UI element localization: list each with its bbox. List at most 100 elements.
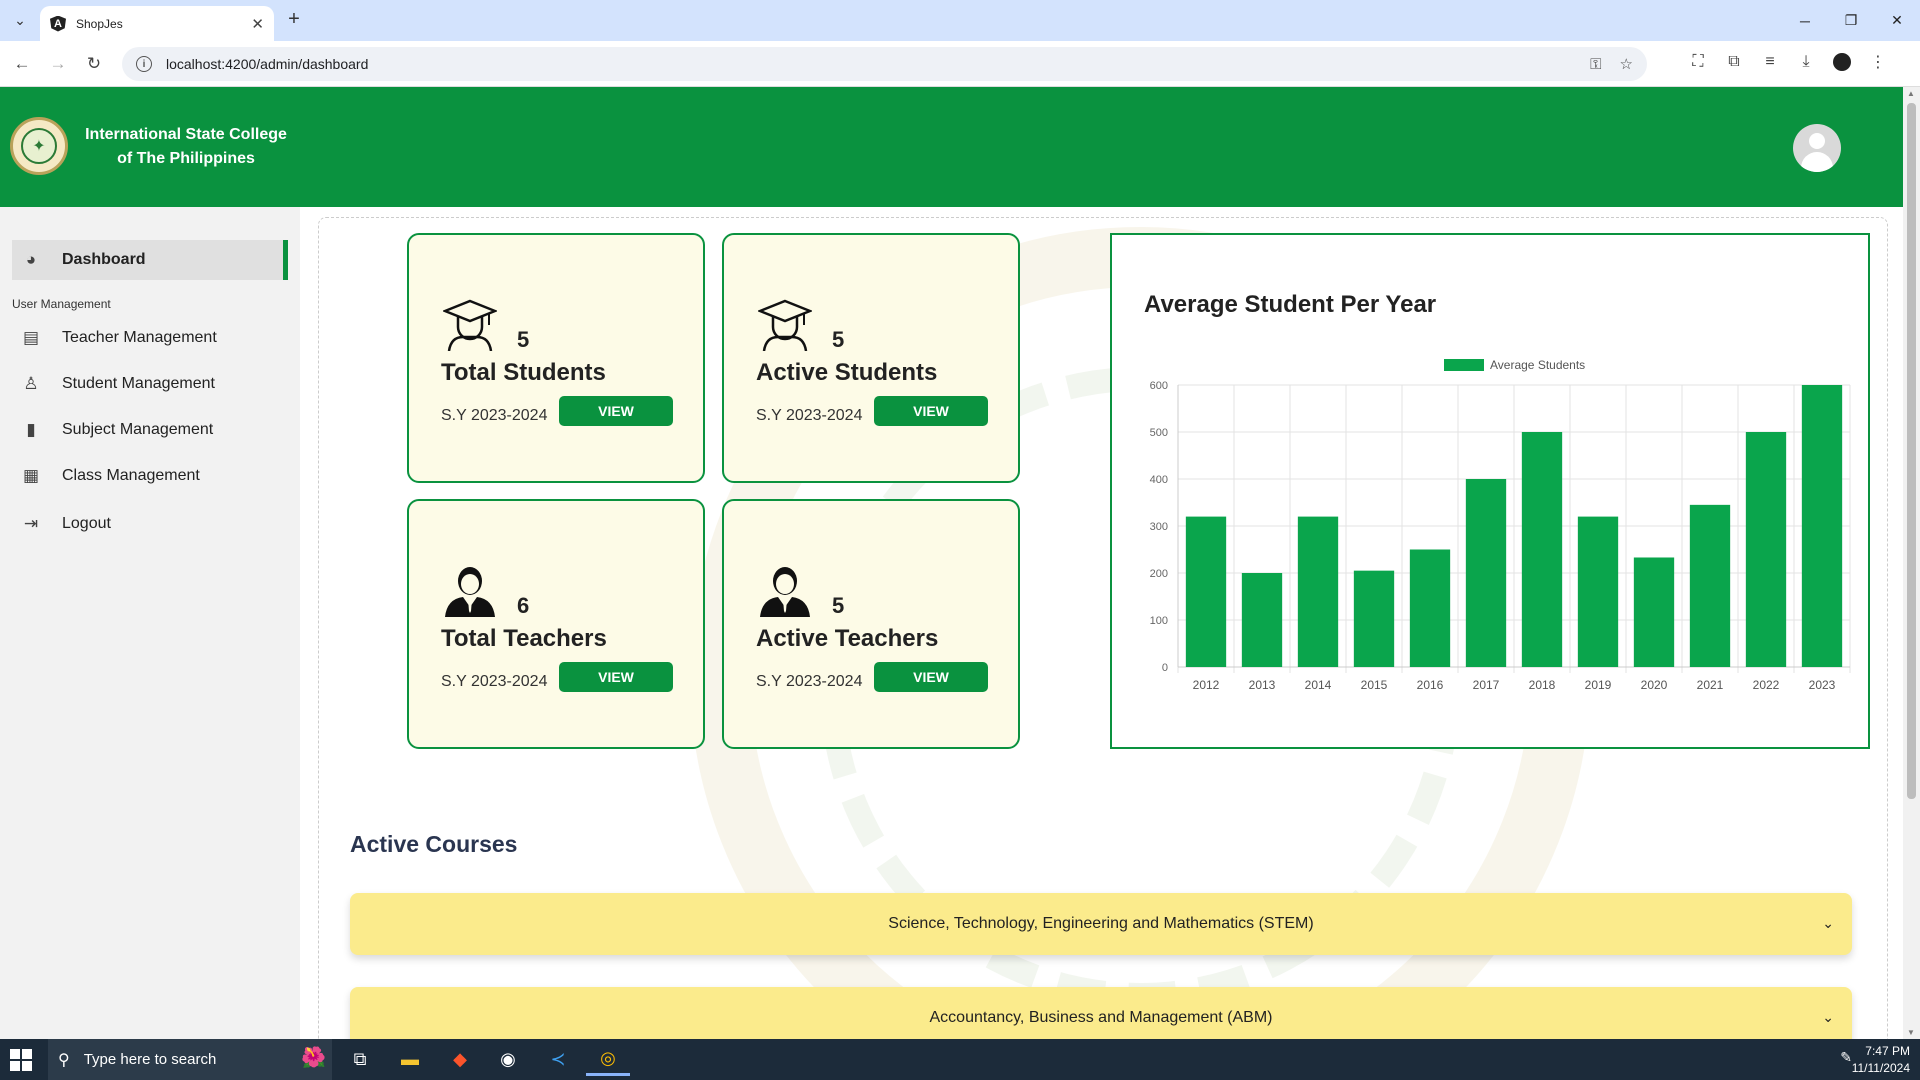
sidebar-item-dashboard[interactable]: ◕ Dashboard: [12, 240, 288, 280]
y-tick-label: 100: [1150, 615, 1168, 627]
chevron-down-icon[interactable]: ⌄: [1822, 915, 1834, 932]
y-tick-label: 300: [1150, 521, 1168, 533]
legend-label: Average Students: [1490, 358, 1585, 372]
view-total-teachers-button[interactable]: VIEW: [559, 662, 673, 692]
school-year-text: S.Y 2023-2024: [756, 407, 863, 424]
close-window-icon[interactable]: ✕: [1874, 0, 1920, 41]
bird-icon: ✦: [21, 128, 57, 164]
sidebar-item-class-management[interactable]: ▦ Class Management: [12, 456, 288, 496]
forward-icon[interactable]: →: [46, 52, 70, 76]
card-total-teachers: 6 Total Teachers S.Y 2023-2024 VIEW: [407, 499, 705, 749]
restore-icon[interactable]: ❐: [1828, 0, 1874, 41]
legend-swatch: [1444, 359, 1484, 371]
view-active-teachers-button[interactable]: VIEW: [874, 662, 988, 692]
x-tick-label: 2012: [1193, 678, 1220, 692]
chrome-icon[interactable]: ◎: [586, 1043, 630, 1076]
pie-chart-icon: ◕: [25, 250, 37, 269]
course-accordion-abm[interactable]: Accountancy, Business and Management (AB…: [350, 987, 1852, 1039]
tab-close-icon[interactable]: ✕: [251, 15, 264, 33]
media-icon[interactable]: ≡: [1752, 53, 1788, 71]
id-card-icon: ▤: [22, 328, 40, 347]
steam-icon[interactable]: ◉: [486, 1043, 530, 1076]
logout-icon: ⇥: [23, 514, 39, 533]
angular-favicon-icon: A: [50, 15, 66, 32]
sidebar-item-logout[interactable]: ⇥ Logout: [12, 504, 288, 544]
toolbar-actions: ⛶ ⧉ ≡ ⤓ ⋮: [1680, 52, 1896, 72]
download-icon[interactable]: ⤓: [1788, 53, 1824, 71]
college-seal-logo: ✦: [10, 117, 68, 175]
x-tick-label: 2023: [1809, 678, 1836, 692]
search-highlight-icon: 🌺: [301, 1047, 326, 1069]
x-tick-label: 2020: [1641, 678, 1668, 692]
x-tick-label: 2018: [1529, 678, 1556, 692]
graduate-icon: [443, 299, 497, 351]
new-tab-icon[interactable]: +: [282, 8, 306, 31]
bar-2015: [1353, 570, 1395, 667]
sidebar-section-label: User Management: [12, 297, 111, 311]
sidebar-item-teacher-management[interactable]: ▤ Teacher Management: [12, 318, 288, 358]
bookmark-star-icon[interactable]: ☆: [1620, 55, 1633, 73]
brave-browser-icon[interactable]: ◆: [438, 1043, 482, 1076]
file-explorer-icon[interactable]: ▬: [388, 1043, 432, 1076]
school-name-line1: International State College: [85, 126, 287, 143]
x-tick-label: 2022: [1753, 678, 1780, 692]
system-clock[interactable]: 7:47 PM 11/11/2024: [1852, 1043, 1910, 1077]
minimize-icon[interactable]: ─: [1782, 0, 1828, 41]
x-tick-label: 2019: [1585, 678, 1612, 692]
menu-icon[interactable]: ⋮: [1860, 52, 1896, 72]
x-tick-label: 2017: [1473, 678, 1500, 692]
password-key-icon[interactable]: ⚿: [1590, 56, 1601, 73]
user-avatar[interactable]: [1793, 124, 1841, 172]
bar-2013: [1241, 573, 1283, 667]
average-students-bar-chart: 0 100 200 300 400 500 600 2012 2013 2014 2015 2016 2…: [1150, 358, 1851, 692]
vscode-icon[interactable]: ≺: [536, 1043, 580, 1076]
y-tick-label: 400: [1150, 474, 1168, 486]
calendar-icon: ▦: [22, 466, 40, 485]
taskbar-search[interactable]: ⚲ Type here to search 🌺: [48, 1039, 332, 1080]
windows-taskbar: ⚲ Type here to search 🌺 ⧉ ▬ ◆ ◉ ≺ ◎ ✎ 7:…: [0, 1039, 1920, 1080]
reload-icon[interactable]: ↻: [82, 52, 106, 76]
graduate-icon: [758, 299, 812, 351]
teacher-icon: [445, 567, 495, 617]
back-icon[interactable]: ←: [10, 52, 34, 76]
course-accordion-stem[interactable]: Science, Technology, Engineering and Mat…: [350, 893, 1852, 955]
sidebar-item-subject-management[interactable]: ▮ Subject Management: [12, 410, 288, 450]
sidebar-item-label: Dashboard: [62, 251, 146, 268]
view-total-students-button[interactable]: VIEW: [559, 396, 673, 426]
chevron-down-icon[interactable]: ⌄: [1822, 1009, 1834, 1026]
url-text[interactable]: localhost:4200/admin/dashboard: [166, 56, 1572, 72]
extensions-icon[interactable]: ⧉: [1716, 53, 1752, 71]
stat-label: Active Teachers: [756, 625, 939, 652]
x-tick-label: 2013: [1249, 678, 1276, 692]
profile-avatar[interactable]: [1833, 53, 1851, 71]
page-scrollbar[interactable]: ▲ ▼: [1903, 87, 1920, 1039]
task-view-icon[interactable]: ⧉: [338, 1043, 382, 1076]
sidebar-item-student-management[interactable]: ♙ Student Management: [12, 364, 288, 404]
sidebar-item-label: Class Management: [62, 467, 200, 484]
pen-icon[interactable]: ✎: [1840, 1049, 1852, 1066]
scroll-up-icon[interactable]: ▲: [1907, 89, 1915, 98]
search-placeholder: Type here to search: [83, 1051, 217, 1068]
scroll-thumb[interactable]: [1907, 103, 1916, 799]
card-total-students: 5 Total Students S.Y 2023-2024 VIEW: [407, 233, 705, 483]
y-tick-label: 200: [1150, 568, 1168, 580]
main-content: 5 Total Students S.Y 2023-2024 VIEW 5 Ac…: [300, 207, 1903, 1039]
site-info-icon[interactable]: i: [136, 56, 152, 72]
school-name-line2: of The Philippines: [117, 150, 255, 167]
window-controls: ─ ❐ ✕: [1782, 0, 1920, 41]
screenshot-icon[interactable]: ⛶: [1680, 53, 1716, 71]
sidebar: ◕ Dashboard User Management ▤ Teacher Ma…: [0, 207, 300, 1039]
scroll-down-icon[interactable]: ▼: [1907, 1028, 1915, 1037]
windows-start-icon[interactable]: [10, 1049, 32, 1071]
view-active-students-button[interactable]: VIEW: [874, 396, 988, 426]
browser-tab[interactable]: A ShopJes ✕: [40, 6, 274, 41]
bar-2023: [1801, 385, 1843, 667]
y-tick-label: 0: [1162, 662, 1168, 674]
address-bar[interactable]: i localhost:4200/admin/dashboard ⚿ ☆: [122, 47, 1647, 81]
school-year-text: S.Y 2023-2024: [441, 407, 548, 424]
stat-count: 5: [832, 327, 845, 352]
tab-search-icon[interactable]: ⌄: [8, 8, 32, 32]
card-active-teachers: 5 Active Teachers S.Y 2023-2024 VIEW: [722, 499, 1020, 749]
course-title: Science, Technology, Engineering and Mat…: [888, 915, 1314, 932]
course-title: Accountancy, Business and Management (AB…: [929, 1009, 1273, 1026]
